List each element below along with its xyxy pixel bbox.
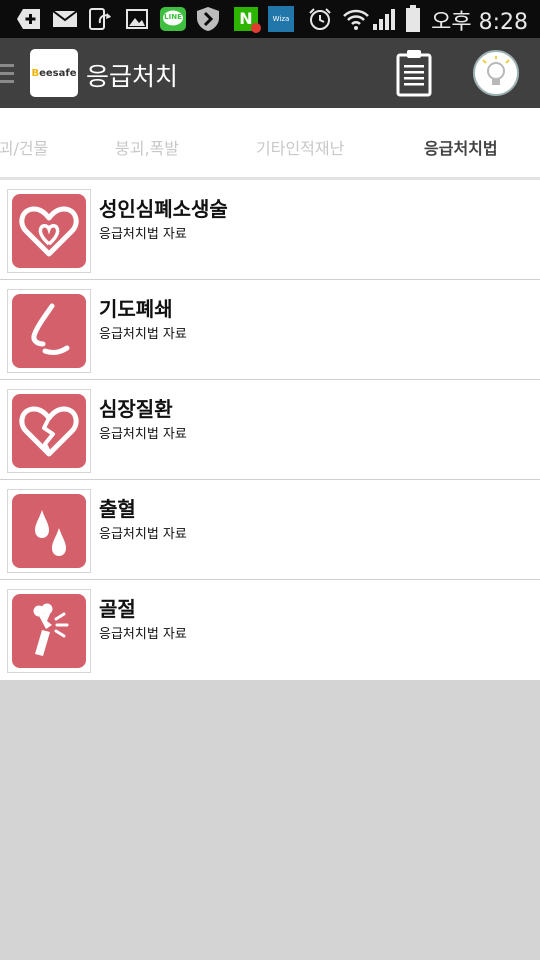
item-subtitle: 응급처치법 자료	[99, 227, 187, 242]
line-label: LINE	[164, 13, 182, 21]
item-title: 성인심폐소생술	[99, 197, 228, 221]
item-subtitle: 응급처치법 자료	[99, 327, 187, 342]
heart-icon	[12, 194, 86, 268]
alarm-icon	[308, 7, 332, 31]
list-item[interactable]: 기도폐쇄 응급처치법 자료	[0, 280, 540, 380]
tab-other-disaster[interactable]: 기타인적재난	[256, 135, 344, 159]
signal-icon	[372, 7, 398, 31]
app-logo[interactable]: Beesafe	[30, 49, 78, 97]
sync-icon	[88, 7, 112, 31]
naver-icon: N	[233, 7, 261, 33]
item-title: 출혈	[99, 497, 136, 521]
tab-collapse-explosion[interactable]: 붕괴,폭발	[115, 135, 179, 159]
list-item[interactable]: 출혈 응급처치법 자료	[0, 480, 540, 580]
wifi-icon	[342, 7, 370, 31]
mail-icon	[52, 7, 78, 31]
image-icon	[126, 7, 148, 31]
logo-letter: B	[31, 67, 40, 79]
item-title: 기도폐쇄	[99, 297, 173, 321]
tab-building-collapse[interactable]: 붕괴/건물	[0, 135, 48, 159]
broken-heart-icon	[12, 394, 86, 468]
battery-icon	[404, 5, 422, 32]
logo-text: eesafe	[39, 67, 77, 79]
item-title: 골절	[99, 597, 136, 621]
item-thumbnail	[7, 489, 91, 573]
clipboard-icon[interactable]	[396, 49, 432, 101]
list-item[interactable]: 심장질환 응급처치법 자료	[0, 380, 540, 480]
shield-icon	[196, 7, 220, 31]
list-item[interactable]: 골절 응급처치법 자료	[0, 580, 540, 680]
item-subtitle: 응급처치법 자료	[99, 627, 187, 642]
first-aid-list: 성인심폐소생술 응급처치법 자료 기도폐쇄 응급처치법 자료 심장질환 응급처치…	[0, 180, 540, 680]
fracture-icon	[12, 594, 86, 668]
add-icon	[16, 7, 42, 31]
wiza-label: Wiza	[268, 6, 294, 32]
category-tabs: 붕괴/건물 붕괴,폭발 기타인적재난 응급처치법	[0, 108, 540, 180]
item-subtitle: 응급처치법 자료	[99, 427, 187, 442]
page-title: 응급처치	[86, 62, 179, 91]
item-thumbnail	[7, 189, 91, 273]
blood-drops-icon	[12, 494, 86, 568]
item-subtitle: 응급처치법 자료	[99, 527, 187, 542]
item-thumbnail	[7, 589, 91, 673]
app-bar: Beesafe 응급처치	[0, 38, 540, 108]
item-title: 심장질환	[99, 397, 173, 421]
line-icon: LINE	[160, 7, 186, 31]
nose-icon	[12, 294, 86, 368]
menu-icon[interactable]	[0, 64, 14, 84]
list-item[interactable]: 성인심폐소생술 응급처치법 자료	[0, 180, 540, 280]
clock-time: 오후 8:28	[431, 10, 528, 35]
wiza-icon: Wiza	[268, 6, 294, 32]
item-thumbnail	[7, 289, 91, 373]
status-bar: LINE N Wiza 오후 8:28	[0, 0, 540, 38]
item-thumbnail	[7, 389, 91, 473]
lightbulb-icon[interactable]	[473, 50, 519, 96]
tab-first-aid[interactable]: 응급처치법	[424, 135, 498, 159]
